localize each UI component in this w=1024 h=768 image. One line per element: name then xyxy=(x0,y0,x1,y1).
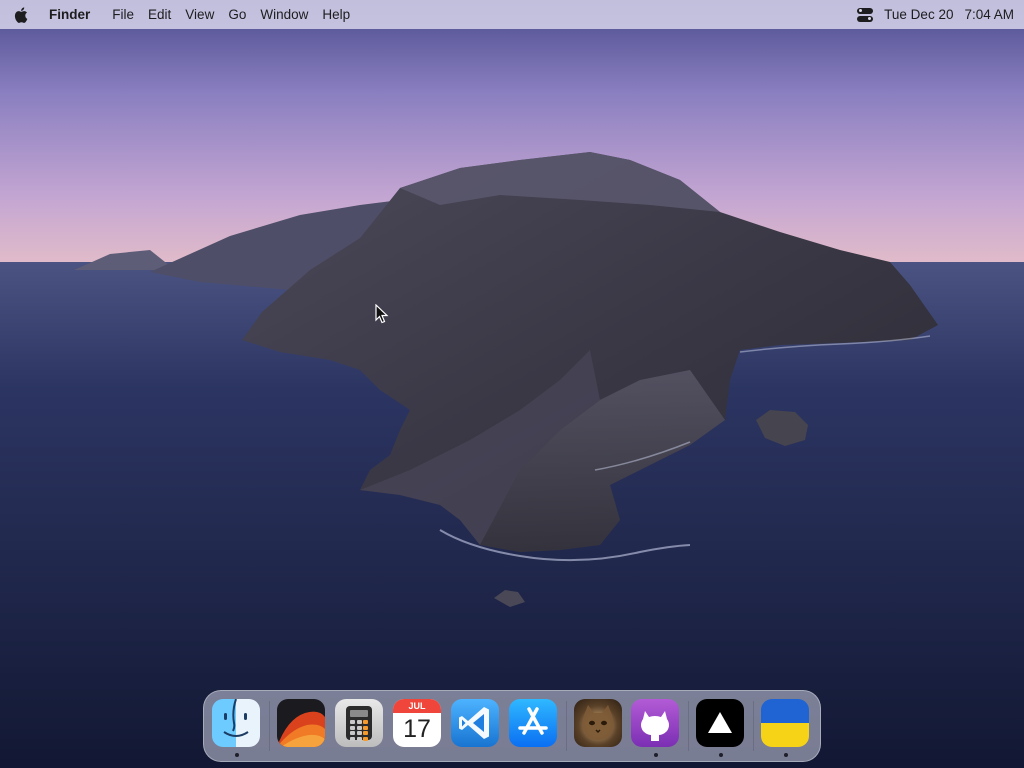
menu-edit[interactable]: Edit xyxy=(148,7,171,22)
github-running-indicator xyxy=(654,753,658,757)
dock-item-calendar[interactable]: JUL 17 xyxy=(393,699,443,749)
dock-item-calculator[interactable] xyxy=(335,699,385,749)
calendar-icon: JUL 17 xyxy=(393,699,441,747)
github-icon xyxy=(631,699,679,747)
vercel-triangle-icon xyxy=(696,699,744,747)
ukraine-running-indicator xyxy=(784,753,788,757)
dock-separator xyxy=(753,701,754,751)
menu-app-name[interactable]: Finder xyxy=(49,7,90,22)
dock-separator xyxy=(269,701,270,751)
dock-item-photo[interactable] xyxy=(574,699,624,749)
dock-item-app-store[interactable] xyxy=(509,699,559,749)
dock-separator xyxy=(566,701,567,751)
app-store-icon xyxy=(509,699,557,747)
ventura-wallpaper-icon xyxy=(277,699,325,747)
calendar-day: 17 xyxy=(403,715,431,743)
control-center-icon[interactable] xyxy=(857,7,874,23)
dock-separator xyxy=(688,701,689,751)
menu-go[interactable]: Go xyxy=(228,7,246,22)
menu-bar-time[interactable]: 7:04 AM xyxy=(964,7,1014,22)
dock-item-ukraine[interactable] xyxy=(761,699,811,749)
desktop-wallpaper xyxy=(0,0,1024,768)
dock-item-github[interactable] xyxy=(631,699,681,749)
menu-help[interactable]: Help xyxy=(322,7,350,22)
dock-item-finder[interactable] xyxy=(212,699,262,749)
apple-logo-icon[interactable] xyxy=(14,6,28,23)
menu-bar: Finder File Edit View Go Window Help Tue… xyxy=(0,0,1024,29)
vscode-icon xyxy=(451,699,499,747)
calculator-icon xyxy=(335,699,383,747)
vercel-running-indicator xyxy=(719,753,723,757)
menu-bar-status-area: Tue Dec 20 7:04 AM xyxy=(857,7,1014,23)
finder-icon xyxy=(212,699,260,747)
menu-view[interactable]: View xyxy=(185,7,214,22)
dock: JUL 17 xyxy=(203,690,821,762)
dock-item-ventura[interactable] xyxy=(277,699,327,749)
menu-file[interactable]: File xyxy=(112,7,134,22)
dock-item-vscode[interactable] xyxy=(451,699,501,749)
ukraine-flag-icon xyxy=(761,699,809,747)
dock-item-vercel[interactable] xyxy=(696,699,746,749)
cat-photo-icon xyxy=(574,699,622,747)
finder-running-indicator xyxy=(235,753,239,757)
menu-window[interactable]: Window xyxy=(260,7,308,22)
mouse-pointer-icon xyxy=(375,303,389,329)
calendar-month: JUL xyxy=(393,699,441,713)
menu-bar-date[interactable]: Tue Dec 20 xyxy=(884,7,953,22)
